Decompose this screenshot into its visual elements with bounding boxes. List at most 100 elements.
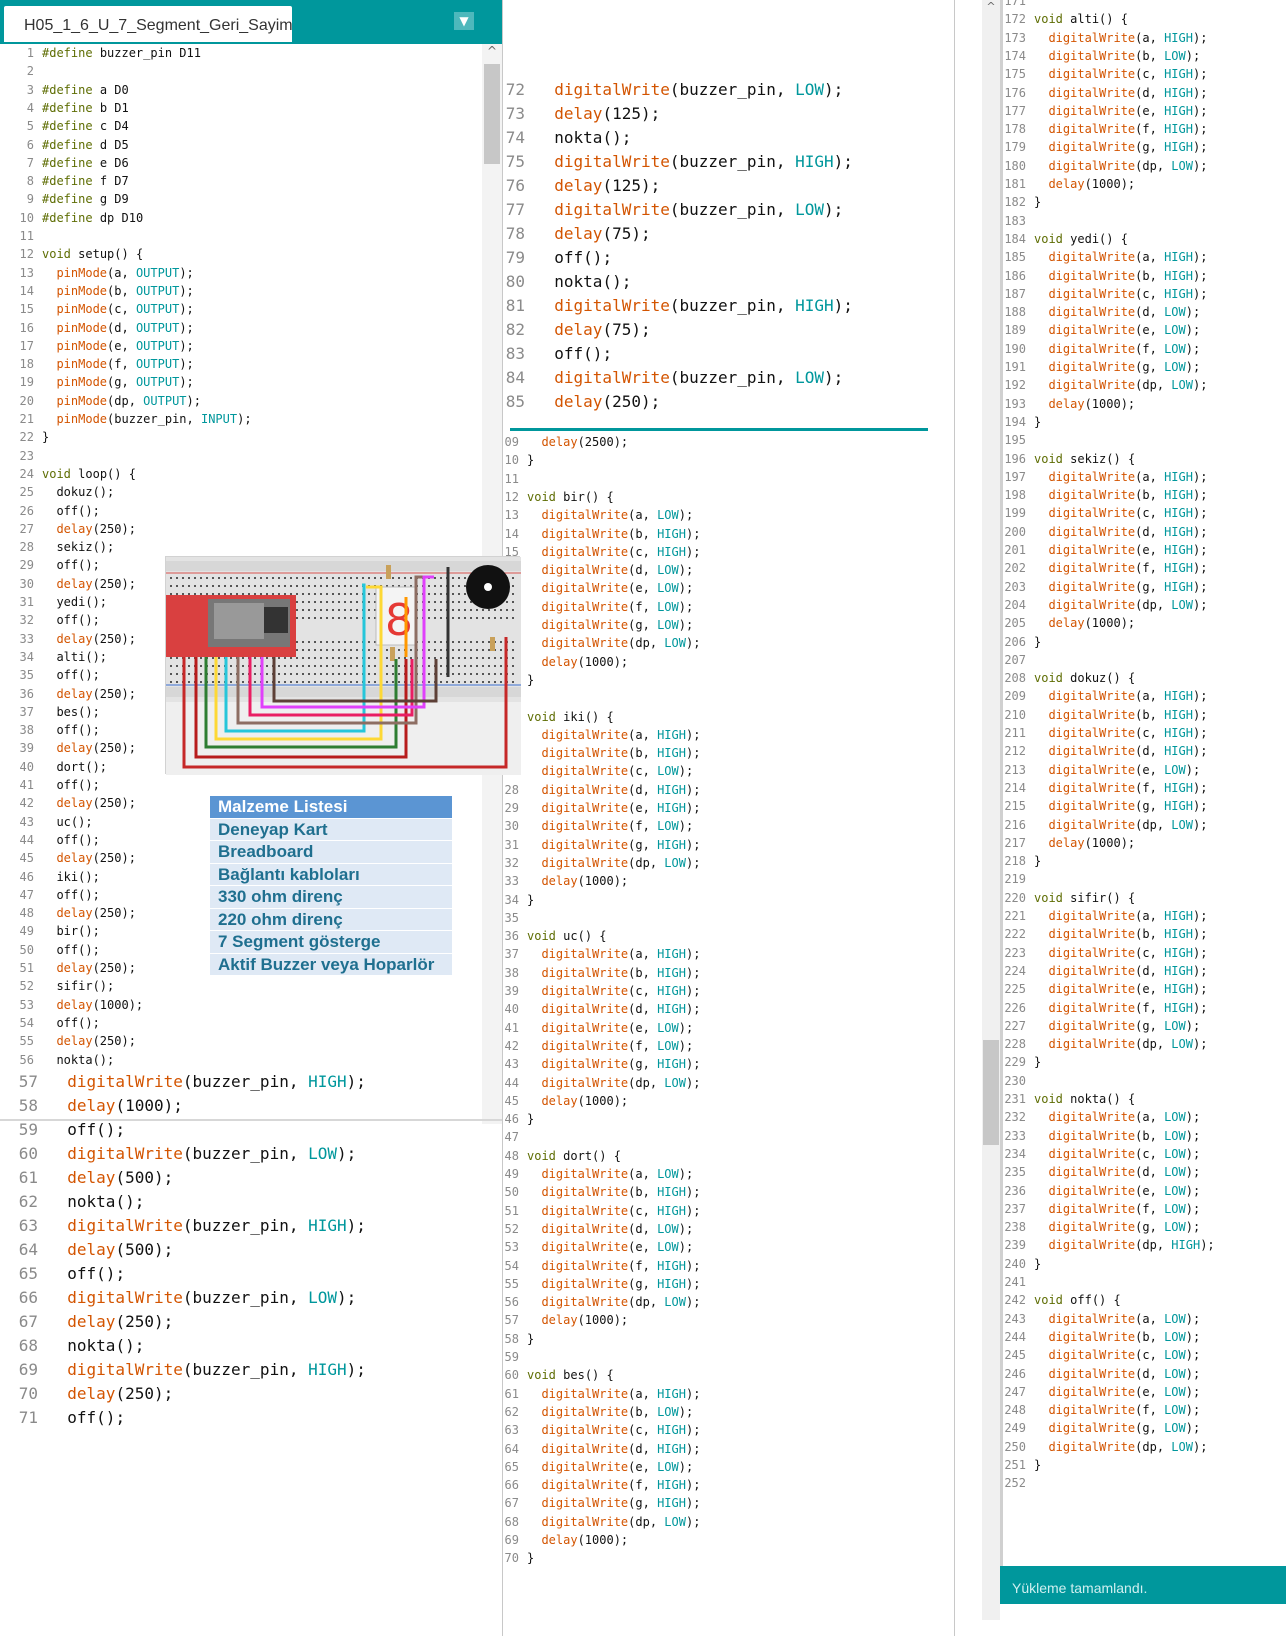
- code-line[interactable]: 138 digitalWrite(b, HIGH);: [505, 964, 700, 982]
- code-line[interactable]: 216 digitalWrite(dp, LOW);: [1000, 816, 1207, 834]
- code-line[interactable]: 19 pinMode(g, OUTPUT);: [4, 373, 194, 391]
- code-line[interactable]: 131 digitalWrite(g, HIGH);: [505, 836, 700, 854]
- code-line[interactable]: 186 digitalWrite(b, HIGH);: [1000, 267, 1207, 285]
- code-line[interactable]: 245 digitalWrite(c, LOW);: [1000, 1346, 1200, 1364]
- code-line[interactable]: 250 digitalWrite(dp, LOW);: [1000, 1438, 1207, 1456]
- code-line[interactable]: 213 digitalWrite(e, LOW);: [1000, 761, 1200, 779]
- code-line[interactable]: 206}: [1000, 633, 1041, 651]
- code-line[interactable]: 135: [505, 909, 527, 927]
- tab-menu-icon[interactable]: ▼: [454, 12, 474, 30]
- code-line[interactable]: 173 digitalWrite(a, HIGH);: [1000, 29, 1207, 47]
- code-line[interactable]: 111: [505, 470, 527, 488]
- code-line[interactable]: 56 nokta();: [4, 1051, 115, 1069]
- code-line[interactable]: 243 digitalWrite(a, LOW);: [1000, 1310, 1200, 1328]
- code-line[interactable]: 22}: [4, 428, 50, 446]
- code-line[interactable]: 177 digitalWrite(e, HIGH);: [1000, 102, 1207, 120]
- code-line[interactable]: 64 delay(500);: [4, 1238, 174, 1262]
- code-line[interactable]: 12 void setup() {: [4, 245, 144, 263]
- code-line[interactable]: 212 digitalWrite(d, HIGH);: [1000, 742, 1207, 760]
- code-line[interactable]: 175 digitalWrite(c, HIGH);: [1000, 65, 1207, 83]
- code-line[interactable]: 132 digitalWrite(dp, LOW);: [505, 854, 700, 872]
- code-line[interactable]: 125 digitalWrite(a, HIGH);: [505, 726, 700, 744]
- code-line[interactable]: 172 void alti() {: [1000, 10, 1128, 28]
- editor-pane-right[interactable]: 171 172 void alti() {173 digitalWrite(a, H…: [1000, 0, 1286, 1636]
- code-line[interactable]: 160 void bes() {: [505, 1366, 614, 1384]
- code-line[interactable]: 157 delay(1000);: [505, 1311, 628, 1329]
- code-line[interactable]: 236 digitalWrite(e, LOW);: [1000, 1182, 1200, 1200]
- code-line[interactable]: 200 digitalWrite(d, HIGH);: [1000, 523, 1207, 541]
- code-line[interactable]: 189 digitalWrite(e, LOW);: [1000, 321, 1200, 339]
- code-line[interactable]: 31 yedi();: [4, 593, 108, 611]
- code-line[interactable]: 164 digitalWrite(d, HIGH);: [505, 1440, 700, 1458]
- code-line[interactable]: 168 digitalWrite(dp, LOW);: [505, 1513, 700, 1531]
- code-line[interactable]: 232 digitalWrite(a, LOW);: [1000, 1108, 1200, 1126]
- code-line[interactable]: 237 digitalWrite(f, LOW);: [1000, 1200, 1200, 1218]
- code-line[interactable]: 37 bes();: [4, 703, 100, 721]
- code-line[interactable]: 152 digitalWrite(d, LOW);: [505, 1220, 693, 1238]
- sketch-tab[interactable]: H05_1_6_U_7_Segment_Geri_Sayim: [4, 6, 293, 42]
- code-line[interactable]: 61 delay(500);: [4, 1166, 174, 1190]
- code-line[interactable]: 239 digitalWrite(dp, HIGH);: [1000, 1236, 1214, 1254]
- code-line[interactable]: 40 dort();: [4, 758, 108, 776]
- code-line[interactable]: 192 digitalWrite(dp, LOW);: [1000, 376, 1207, 394]
- code-line[interactable]: 3 #define a D0: [4, 81, 129, 99]
- code-line[interactable]: 178 digitalWrite(f, HIGH);: [1000, 120, 1207, 138]
- code-line[interactable]: 242 void off() {: [1000, 1291, 1120, 1309]
- code-line[interactable]: 148 void dort() {: [505, 1147, 621, 1165]
- code-line[interactable]: 143 digitalWrite(g, HIGH);: [505, 1055, 700, 1073]
- code-line[interactable]: 207: [1000, 651, 1034, 669]
- code-line[interactable]: 238 digitalWrite(g, LOW);: [1000, 1218, 1200, 1236]
- code-line[interactable]: 16 pinMode(d, OUTPUT);: [4, 319, 194, 337]
- code-line[interactable]: 155 digitalWrite(g, HIGH);: [505, 1275, 700, 1293]
- code-line[interactable]: 5 #define c D4: [4, 117, 129, 135]
- code-line[interactable]: 196 void sekiz() {: [1000, 450, 1135, 468]
- code-line[interactable]: 76 delay(125);: [505, 174, 661, 198]
- code-line[interactable]: 51 delay(250);: [4, 959, 136, 977]
- vertical-scrollbar[interactable]: ^: [982, 0, 1000, 1620]
- code-line[interactable]: 81 digitalWrite(buzzer_pin, HIGH);: [505, 294, 853, 318]
- code-line[interactable]: 229}: [1000, 1053, 1041, 1071]
- code-line[interactable]: 27 delay(250);: [4, 520, 136, 538]
- code-line[interactable]: 79 off();: [505, 246, 612, 270]
- code-line[interactable]: 134}: [505, 891, 534, 909]
- code-line[interactable]: 183: [1000, 212, 1034, 230]
- code-line[interactable]: 193 delay(1000);: [1000, 395, 1135, 413]
- code-line[interactable]: 20 pinMode(dp, OUTPUT);: [4, 392, 201, 410]
- code-line[interactable]: 252: [1000, 1474, 1034, 1492]
- code-line[interactable]: 162 digitalWrite(b, LOW);: [505, 1403, 693, 1421]
- code-line[interactable]: 21 pinMode(buzzer_pin, INPUT);: [4, 410, 252, 428]
- code-line[interactable]: 249 digitalWrite(g, LOW);: [1000, 1419, 1200, 1437]
- code-line[interactable]: 116 digitalWrite(d, LOW);: [505, 561, 693, 579]
- code-line[interactable]: 35 off();: [4, 666, 100, 684]
- code-line[interactable]: 145 delay(1000);: [505, 1092, 628, 1110]
- code-line[interactable]: 185 digitalWrite(a, HIGH);: [1000, 248, 1207, 266]
- code-line[interactable]: 203 digitalWrite(g, HIGH);: [1000, 578, 1207, 596]
- scrollbar-thumb[interactable]: [484, 64, 500, 164]
- scroll-up-icon[interactable]: ^: [982, 0, 1000, 14]
- code-line[interactable]: 182}: [1000, 193, 1041, 211]
- code-line[interactable]: 112 void bir() {: [505, 488, 614, 506]
- code-line[interactable]: 130 digitalWrite(f, LOW);: [505, 817, 693, 835]
- code-line[interactable]: 149 digitalWrite(a, LOW);: [505, 1165, 693, 1183]
- code-line[interactable]: 2: [4, 62, 42, 80]
- code-line[interactable]: 67 delay(250);: [4, 1310, 174, 1334]
- code-line[interactable]: 197 digitalWrite(a, HIGH);: [1000, 468, 1207, 486]
- code-line[interactable]: 195: [1000, 431, 1034, 449]
- code-line[interactable]: 53 delay(1000);: [4, 996, 144, 1014]
- code-line[interactable]: 222 digitalWrite(b, HIGH);: [1000, 925, 1207, 943]
- code-line[interactable]: 30 delay(250);: [4, 575, 136, 593]
- scrollbar-thumb[interactable]: [983, 1040, 999, 1145]
- code-line[interactable]: 240}: [1000, 1255, 1041, 1273]
- code-line[interactable]: 18 pinMode(f, OUTPUT);: [4, 355, 194, 373]
- code-line[interactable]: 139 digitalWrite(c, HIGH);: [505, 982, 700, 1000]
- code-line[interactable]: 118 digitalWrite(f, LOW);: [505, 598, 693, 616]
- code-line[interactable]: 219: [1000, 870, 1034, 888]
- code-line[interactable]: 198 digitalWrite(b, HIGH);: [1000, 486, 1207, 504]
- code-line[interactable]: 211 digitalWrite(c, HIGH);: [1000, 724, 1207, 742]
- code-line[interactable]: 113 digitalWrite(a, LOW);: [505, 506, 693, 524]
- code-line[interactable]: 153 digitalWrite(e, LOW);: [505, 1238, 693, 1256]
- code-line[interactable]: 63 digitalWrite(buzzer_pin, HIGH);: [4, 1214, 366, 1238]
- code-line[interactable]: 218}: [1000, 852, 1041, 870]
- code-line[interactable]: 171: [1000, 0, 1034, 10]
- code-line[interactable]: 166 digitalWrite(f, HIGH);: [505, 1476, 700, 1494]
